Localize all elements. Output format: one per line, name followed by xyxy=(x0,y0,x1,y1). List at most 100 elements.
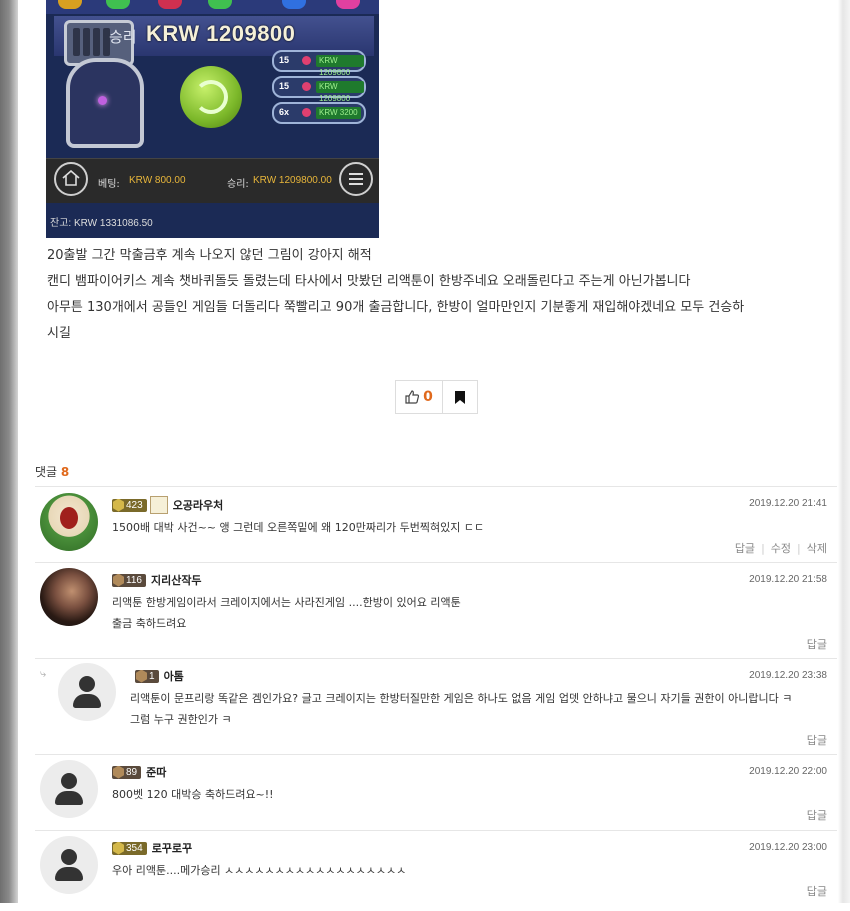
comment-line: 리액툰 한방게임이라서 크레이지에서는 사라진게임 ....한방이 있어요 리액… xyxy=(112,596,461,609)
comment-date: 2019.12.20 23:00 xyxy=(749,842,827,853)
comment-author[interactable]: 지리산작두 xyxy=(151,572,202,588)
thumbs-up-icon xyxy=(405,390,420,404)
comment-list: 423 오공라우처 2019.12.20 21:41 1500배 대박 사건~~… xyxy=(35,486,837,911)
post-actions: 0 xyxy=(395,380,478,414)
comment-text: 리액툰 한방게임이라서 크레이지에서는 사라진게임 ....한방이 있어요 리액… xyxy=(112,592,461,634)
comment-line: 출금 축하드려요 xyxy=(112,617,187,630)
comment-date: 2019.12.20 22:00 xyxy=(749,766,827,777)
gem-icon xyxy=(302,108,311,117)
pill-count: 6x xyxy=(279,107,290,117)
comment-line: 우아 리액툰....메가승리 ㅅㅅㅅㅅㅅㅅㅅㅅㅅㅅㅅㅅㅅㅅㅅㅅㅅㅅ xyxy=(112,864,407,877)
comment-author[interactable]: 오공라우처 xyxy=(173,497,224,513)
comment-text: 우아 리액툰....메가승리 ㅅㅅㅅㅅㅅㅅㅅㅅㅅㅅㅅㅅㅅㅅㅅㅅㅅㅅ xyxy=(112,860,406,881)
default-user-icon xyxy=(61,849,77,865)
avatar[interactable] xyxy=(40,568,98,626)
comments-header: 댓글 8 xyxy=(35,463,69,480)
comment-text: 1500배 대박 사건~~ 앵 그런데 오른쪽밑에 왜 120만짜리가 두번찍혀… xyxy=(112,517,484,538)
default-user-icon xyxy=(61,773,77,789)
avatar[interactable] xyxy=(40,836,98,894)
avatar[interactable] xyxy=(58,663,116,721)
comment-meta: 423 오공라우처 xyxy=(112,496,223,514)
comment-text: 리액툰이 문프리랑 똑같은 겜인가요? 글고 크레이지는 한방터질만한 게임은 … xyxy=(130,688,792,730)
gem-icon xyxy=(302,56,311,65)
win-amount: KRW 1209800 xyxy=(146,21,296,46)
comment-author[interactable]: 준따 xyxy=(146,764,166,780)
level-badge: 116 xyxy=(112,573,146,587)
paytable-pill: 6x KRW 3200 xyxy=(272,102,366,124)
spin-button[interactable] xyxy=(180,66,242,128)
gem-icon xyxy=(336,0,360,9)
comment-line: 리액툰이 문프리랑 똑같은 겜인가요? 글고 크레이지는 한방터질만한 게임은 … xyxy=(130,692,793,705)
comments-count: 8 xyxy=(60,465,70,479)
comment-item: 423 오공라우처 2019.12.20 21:41 1500배 대박 사건~~… xyxy=(35,486,837,562)
gem-icon xyxy=(158,0,182,9)
post-line: 캔디 뱀파이어키스 계속 챗바퀴돌듯 돌렸는데 타사에서 맛봤던 리액툰이 한방… xyxy=(47,274,691,289)
delete-link[interactable]: 삭제 xyxy=(807,542,827,555)
gem-icon xyxy=(106,0,130,9)
right-page-edge xyxy=(838,0,850,903)
win-label: 승리: xyxy=(227,179,249,190)
reel-strip xyxy=(46,0,379,14)
level-badge: 1 xyxy=(135,669,159,683)
reply-arrow-icon: ⤷ xyxy=(40,667,47,680)
avatar[interactable] xyxy=(40,760,98,818)
refresh-icon xyxy=(194,80,228,114)
pill-count: 15 xyxy=(279,55,290,65)
home-icon xyxy=(62,170,80,186)
like-button[interactable]: 0 xyxy=(396,381,443,413)
bet-label: 베팅: xyxy=(98,179,120,190)
post-line: 20출발 그간 막출금후 계속 나오지 않던 그림이 강아지 해적 xyxy=(47,248,372,263)
level-badge: 89 xyxy=(112,765,142,779)
reply-link[interactable]: 답글 xyxy=(807,638,827,651)
reply-link[interactable]: 답글 xyxy=(807,809,827,822)
comment-line: 800벳 120 대박승 축하드려요~!! xyxy=(112,788,274,801)
comment-item: 354 로꾸로꾸 2019.12.20 23:00 우아 리액툰....메가승리… xyxy=(35,830,837,911)
gem-icon xyxy=(302,82,311,91)
reply-link[interactable]: 답글 xyxy=(735,542,755,555)
comment-meta: 354 로꾸로꾸 xyxy=(112,840,192,856)
comment-item: 116 지리산작두 2019.12.20 21:58 리액툰 한방게임이라서 크… xyxy=(35,562,837,658)
avatar-mouth-graphic xyxy=(60,507,78,529)
reply-link[interactable]: 답글 xyxy=(807,734,827,747)
pill-value: KRW 3200 xyxy=(316,107,361,119)
left-page-edge xyxy=(0,0,18,903)
comment-author[interactable]: 아톰 xyxy=(164,668,184,684)
menu-button[interactable] xyxy=(339,162,373,196)
comment-text: 800벳 120 대박승 축하드려요~!! xyxy=(112,784,274,805)
like-count: 0 xyxy=(423,389,433,405)
comment-item: 89 준따 2019.12.20 22:00 800벳 120 대박승 축하드려… xyxy=(35,754,837,830)
pill-count: 15 xyxy=(279,81,290,91)
comment-links: 답글 | 수정 | 삭제 xyxy=(734,542,827,555)
comment-meta: 1 아톰 xyxy=(135,668,184,684)
comment-reply-item: ⤷ 1 아톰 2019.12.20 23:38 리액툰이 문프리랑 똑같은 겜인… xyxy=(35,658,837,754)
paytable-pill: 15 KRW 1209800 xyxy=(272,50,366,77)
comment-links: 답글 xyxy=(807,807,827,823)
gem-icon xyxy=(282,0,306,9)
post-line: 아무튼 130개에서 공들인 게임들 더돌리다 쭉빨리고 90개 출금합니다, … xyxy=(47,300,745,315)
bookmark-button[interactable] xyxy=(443,381,477,413)
home-button[interactable] xyxy=(54,162,88,196)
paytable-pill: 15 KRW 1209800 xyxy=(272,76,366,103)
comments-label: 댓글 xyxy=(35,465,58,479)
reply-link[interactable]: 답글 xyxy=(807,885,827,898)
post-body: 20출발 그간 막출금후 계속 나오지 않던 그림이 강아지 해적 캔디 뱀파이… xyxy=(47,243,827,347)
comment-line: 그럼 누구 권한인가 ㅋ xyxy=(130,713,232,726)
comment-date: 2019.12.20 23:38 xyxy=(749,670,827,681)
comment-line: 1500배 대박 사건~~ 앵 그런데 오른쪽밑에 왜 120만짜리가 두번찍혀… xyxy=(112,521,485,534)
comment-meta: 116 지리산작두 xyxy=(112,572,202,588)
avatar[interactable] xyxy=(40,493,98,551)
win-overlay-text: 승리 xyxy=(109,28,137,46)
pill-value: KRW 1209800 xyxy=(316,55,364,77)
bet-value: KRW 800.00 xyxy=(129,175,186,186)
comment-meta: 89 준따 xyxy=(112,764,166,780)
level-badge: 354 xyxy=(112,841,147,855)
edit-link[interactable]: 수정 xyxy=(771,542,791,555)
comment-links: 답글 xyxy=(807,636,827,652)
slot-game-screenshot: 승리 KRW 1209800 15 KRW 1209800 15 KRW 120… xyxy=(46,0,379,238)
comment-links: 답글 xyxy=(807,883,827,899)
level-badge: 423 xyxy=(112,498,147,512)
orb-icon xyxy=(98,96,107,105)
rank-icon xyxy=(149,496,168,514)
comment-author[interactable]: 로꾸로꾸 xyxy=(152,840,192,856)
comment-links: 답글 xyxy=(807,732,827,748)
